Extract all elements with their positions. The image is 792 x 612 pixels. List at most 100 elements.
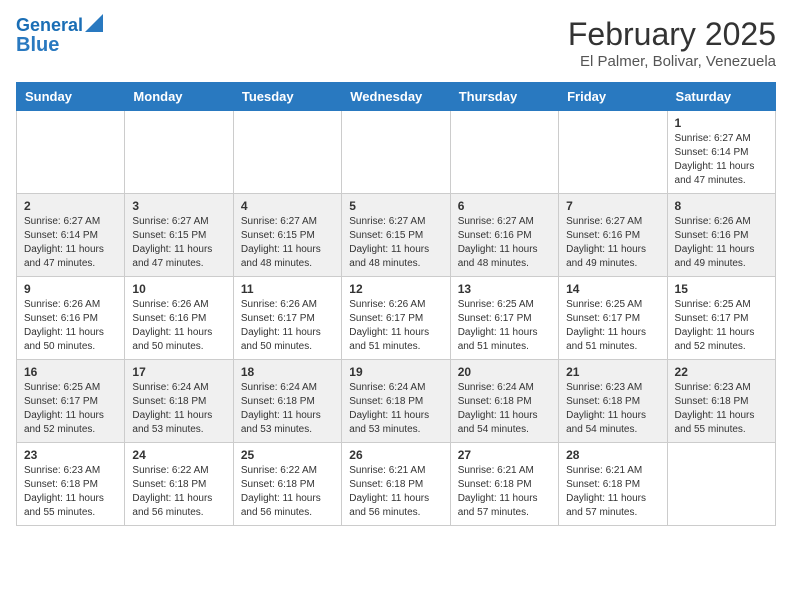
weekday-header-sunday: Sunday: [17, 83, 125, 111]
calendar-day-cell: 11 Sunrise: 6:26 AM Sunset: 6:17 PM Dayli…: [233, 277, 341, 360]
day-info: Sunrise: 6:25 AM Sunset: 6:17 PM Dayligh…: [566, 298, 659, 354]
day-number: 14: [566, 282, 659, 296]
calendar-day-cell: 27 Sunrise: 6:21 AM Sunset: 6:18 PM Dayli…: [450, 443, 558, 526]
day-number: 20: [458, 365, 551, 379]
calendar-day-cell: 2 Sunrise: 6:27 AM Sunset: 6:14 PM Daylig…: [17, 194, 125, 277]
day-number: 15: [675, 282, 768, 296]
day-number: 13: [458, 282, 551, 296]
day-number: 3: [132, 199, 225, 213]
day-info: Sunrise: 6:25 AM Sunset: 6:17 PM Dayligh…: [24, 381, 117, 437]
calendar-day-cell: 9 Sunrise: 6:26 AM Sunset: 6:16 PM Daylig…: [17, 277, 125, 360]
day-info: Sunrise: 6:27 AM Sunset: 6:15 PM Dayligh…: [132, 215, 225, 271]
day-info: Sunrise: 6:21 AM Sunset: 6:18 PM Dayligh…: [458, 464, 551, 520]
day-info: Sunrise: 6:25 AM Sunset: 6:17 PM Dayligh…: [675, 298, 768, 354]
day-info: Sunrise: 6:26 AM Sunset: 6:16 PM Dayligh…: [24, 298, 117, 354]
calendar-day-cell: 10 Sunrise: 6:26 AM Sunset: 6:16 PM Dayli…: [125, 277, 233, 360]
day-number: 27: [458, 448, 551, 462]
day-info: Sunrise: 6:23 AM Sunset: 6:18 PM Dayligh…: [24, 464, 117, 520]
day-info: Sunrise: 6:22 AM Sunset: 6:18 PM Dayligh…: [241, 464, 334, 520]
calendar-day-cell: 5 Sunrise: 6:27 AM Sunset: 6:15 PM Daylig…: [342, 194, 450, 277]
day-info: Sunrise: 6:21 AM Sunset: 6:18 PM Dayligh…: [566, 464, 659, 520]
calendar-week-row: 16 Sunrise: 6:25 AM Sunset: 6:17 PM Dayli…: [17, 360, 776, 443]
weekday-header-wednesday: Wednesday: [342, 83, 450, 111]
day-number: 7: [566, 199, 659, 213]
calendar-day-cell: 26Sunrise: 6:21 AM Sunset: 6:18 PM Dayli…: [342, 443, 450, 526]
weekday-header-tuesday: Tuesday: [233, 83, 341, 111]
day-info: Sunrise: 6:24 AM Sunset: 6:18 PM Dayligh…: [132, 381, 225, 437]
logo-blue: Blue: [16, 34, 59, 56]
day-number: 22: [675, 365, 768, 379]
calendar-table: SundayMondayTuesdayWednesdayThursdayFrid…: [16, 82, 776, 526]
page-header: General Blue February 2025 El Palmer, Bo…: [16, 16, 776, 70]
day-number: 21: [566, 365, 659, 379]
day-number: 23: [24, 448, 117, 462]
calendar-day-cell: [125, 111, 233, 194]
day-info: Sunrise: 6:26 AM Sunset: 6:17 PM Dayligh…: [241, 298, 334, 354]
weekday-header-thursday: Thursday: [450, 83, 558, 111]
day-info: Sunrise: 6:25 AM Sunset: 6:17 PM Dayligh…: [458, 298, 551, 354]
calendar-day-cell: [667, 443, 775, 526]
calendar-day-cell: 12 Sunrise: 6:26 AM Sunset: 6:17 PM Dayli…: [342, 277, 450, 360]
calendar-day-cell: [233, 111, 341, 194]
day-number: 9: [24, 282, 117, 296]
day-info: Sunrise: 6:24 AM Sunset: 6:18 PM Dayligh…: [241, 381, 334, 437]
calendar-week-row: 2 Sunrise: 6:27 AM Sunset: 6:14 PM Daylig…: [17, 194, 776, 277]
calendar-week-row: 1 Sunrise: 6:27 AM Sunset: 6:14 PM Daylig…: [17, 111, 776, 194]
calendar-day-cell: 16 Sunrise: 6:25 AM Sunset: 6:17 PM Dayli…: [17, 360, 125, 443]
day-info: Sunrise: 6:27 AM Sunset: 6:14 PM Dayligh…: [24, 215, 117, 271]
calendar-day-cell: 8Sunrise: 6:26 AM Sunset: 6:16 PM Daylig…: [667, 194, 775, 277]
calendar-week-row: 9 Sunrise: 6:26 AM Sunset: 6:16 PM Daylig…: [17, 277, 776, 360]
calendar-day-cell: [450, 111, 558, 194]
logo: General Blue: [16, 16, 103, 56]
day-number: 19: [349, 365, 442, 379]
calendar-subtitle: El Palmer, Bolivar, Venezuela: [568, 53, 776, 70]
calendar-day-cell: 14 Sunrise: 6:25 AM Sunset: 6:17 PM Dayli…: [559, 277, 667, 360]
title-block: February 2025 El Palmer, Bolivar, Venezu…: [568, 16, 776, 70]
day-info: Sunrise: 6:22 AM Sunset: 6:18 PM Dayligh…: [132, 464, 225, 520]
calendar-day-cell: 6Sunrise: 6:27 AM Sunset: 6:16 PM Daylig…: [450, 194, 558, 277]
day-number: 24: [132, 448, 225, 462]
calendar-day-cell: 13 Sunrise: 6:25 AM Sunset: 6:17 PM Dayli…: [450, 277, 558, 360]
day-number: 10: [132, 282, 225, 296]
calendar-day-cell: [559, 111, 667, 194]
day-number: 28: [566, 448, 659, 462]
day-info: Sunrise: 6:27 AM Sunset: 6:15 PM Dayligh…: [349, 215, 442, 271]
day-number: 4: [241, 199, 334, 213]
calendar-day-cell: 17 Sunrise: 6:24 AM Sunset: 6:18 PM Dayli…: [125, 360, 233, 443]
calendar-day-cell: 28 Sunrise: 6:21 AM Sunset: 6:18 PM Dayli…: [559, 443, 667, 526]
logo-arrow-icon: [85, 14, 103, 32]
calendar-day-cell: 20 Sunrise: 6:24 AM Sunset: 6:18 PM Dayli…: [450, 360, 558, 443]
calendar-day-cell: 21Sunrise: 6:23 AM Sunset: 6:18 PM Dayli…: [559, 360, 667, 443]
day-info: Sunrise: 6:26 AM Sunset: 6:16 PM Dayligh…: [132, 298, 225, 354]
day-number: 12: [349, 282, 442, 296]
calendar-title: February 2025: [568, 16, 776, 53]
calendar-day-cell: 23 Sunrise: 6:23 AM Sunset: 6:18 PM Dayli…: [17, 443, 125, 526]
calendar-day-cell: 4Sunrise: 6:27 AM Sunset: 6:15 PM Daylig…: [233, 194, 341, 277]
day-info: Sunrise: 6:26 AM Sunset: 6:17 PM Dayligh…: [349, 298, 442, 354]
day-info: Sunrise: 6:23 AM Sunset: 6:18 PM Dayligh…: [675, 381, 768, 437]
calendar-day-cell: 7 Sunrise: 6:27 AM Sunset: 6:16 PM Daylig…: [559, 194, 667, 277]
day-info: Sunrise: 6:27 AM Sunset: 6:14 PM Dayligh…: [675, 132, 768, 188]
day-number: 26: [349, 448, 442, 462]
day-info: Sunrise: 6:27 AM Sunset: 6:16 PM Dayligh…: [566, 215, 659, 271]
calendar-day-cell: 22 Sunrise: 6:23 AM Sunset: 6:18 PM Dayli…: [667, 360, 775, 443]
calendar-week-row: 23 Sunrise: 6:23 AM Sunset: 6:18 PM Dayli…: [17, 443, 776, 526]
day-number: 2: [24, 199, 117, 213]
day-number: 8: [675, 199, 768, 213]
calendar-day-cell: 18Sunrise: 6:24 AM Sunset: 6:18 PM Dayli…: [233, 360, 341, 443]
day-number: 11: [241, 282, 334, 296]
day-number: 17: [132, 365, 225, 379]
day-number: 5: [349, 199, 442, 213]
calendar-day-cell: [342, 111, 450, 194]
day-number: 16: [24, 365, 117, 379]
day-info: Sunrise: 6:24 AM Sunset: 6:18 PM Dayligh…: [458, 381, 551, 437]
calendar-day-cell: 15 Sunrise: 6:25 AM Sunset: 6:17 PM Dayli…: [667, 277, 775, 360]
calendar-day-cell: 24 Sunrise: 6:22 AM Sunset: 6:18 PM Dayli…: [125, 443, 233, 526]
day-info: Sunrise: 6:24 AM Sunset: 6:18 PM Dayligh…: [349, 381, 442, 437]
day-number: 1: [675, 116, 768, 130]
weekday-header-friday: Friday: [559, 83, 667, 111]
calendar-day-cell: 19 Sunrise: 6:24 AM Sunset: 6:18 PM Dayli…: [342, 360, 450, 443]
calendar-day-cell: [17, 111, 125, 194]
day-info: Sunrise: 6:27 AM Sunset: 6:16 PM Dayligh…: [458, 215, 551, 271]
day-number: 25: [241, 448, 334, 462]
